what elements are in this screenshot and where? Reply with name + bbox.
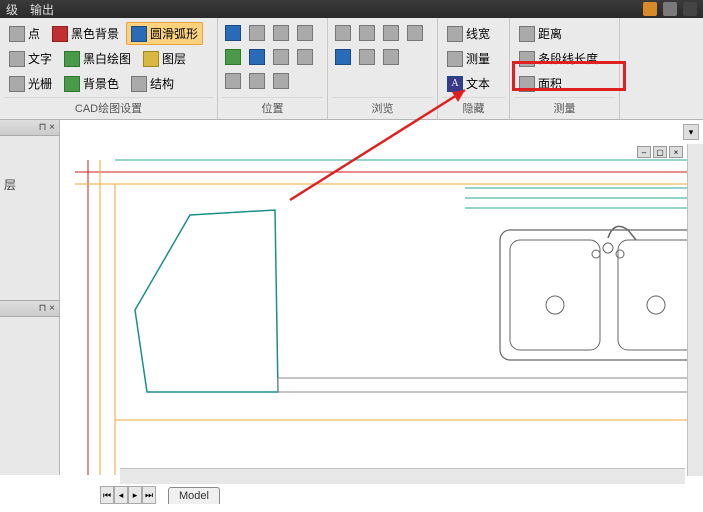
point-icon <box>9 26 25 42</box>
text-hide-icon: A <box>447 76 463 92</box>
pos-ico-6 <box>249 73 265 89</box>
tab-prev-button[interactable]: ◂ <box>114 486 128 504</box>
pin-icon-2[interactable]: ⊓ × <box>39 303 55 314</box>
polyline-length-button[interactable]: 多段线长度 <box>514 47 603 70</box>
canvas-options-dropdown[interactable]: ▾ <box>683 124 699 140</box>
layer-button[interactable]: 图层 <box>138 47 191 70</box>
pos-ico-4 <box>297 49 313 65</box>
zoom-window-button[interactable] <box>246 22 268 44</box>
pos-btn-4[interactable] <box>294 46 316 68</box>
browse-btn-4[interactable] <box>404 22 426 44</box>
pos-btn-6[interactable] <box>246 70 268 92</box>
area-button[interactable]: 面积 <box>514 72 567 95</box>
bw-draw-button[interactable]: 黑白绘图 <box>59 47 136 70</box>
browse-ico-4 <box>407 25 423 41</box>
bw-draw-icon <box>64 51 80 67</box>
browse-btn-6[interactable] <box>356 46 378 68</box>
tab-last-button[interactable]: ⏭ <box>142 486 156 504</box>
browse-btn-7[interactable] <box>380 46 402 68</box>
browse-ico-5 <box>335 49 351 65</box>
zoom-in-button[interactable] <box>270 22 292 44</box>
text-hide-button[interactable]: A文本 <box>442 72 495 95</box>
pos-btn-2[interactable] <box>246 46 268 68</box>
app-icon1[interactable] <box>643 2 657 16</box>
text-button[interactable]: 文字 <box>4 47 57 70</box>
doc-close-button[interactable]: × <box>669 146 683 158</box>
measure-tool-icon <box>447 51 463 67</box>
raster-button[interactable]: 光栅 <box>4 72 57 95</box>
black-bg-icon <box>52 26 68 42</box>
black-bg-button[interactable]: 黑色背景 <box>47 22 124 45</box>
menu-level[interactable]: 级 <box>6 1 18 18</box>
panel-label-browse: 浏览 <box>332 97 433 119</box>
area-icon <box>519 76 535 92</box>
browse-btn-3[interactable] <box>380 22 402 44</box>
zoom-out-button[interactable] <box>294 22 316 44</box>
fit-icon <box>225 25 241 41</box>
bg-color-button[interactable]: 背景色 <box>59 72 124 95</box>
panel-label-hide: 隐藏 <box>442 97 505 119</box>
structure-button[interactable]: 结构 <box>126 72 179 95</box>
model-tabs: ⏮ ◂ ▸ ⏭ Model <box>100 484 220 504</box>
point-button[interactable]: 点 <box>4 22 45 45</box>
smooth-arc-icon <box>131 26 147 42</box>
pos-ico-2 <box>249 49 265 65</box>
pos-btn-7[interactable] <box>270 70 292 92</box>
browse-ico-2 <box>359 25 375 41</box>
panel-label-cad: CAD绘图设置 <box>4 97 213 119</box>
pos-btn-5[interactable] <box>222 70 244 92</box>
doc-min-button[interactable]: – <box>637 146 651 158</box>
doc-max-button[interactable]: ▢ <box>653 146 667 158</box>
distance-button[interactable]: 距离 <box>514 22 567 45</box>
browse-ico-7 <box>383 49 399 65</box>
layer-icon <box>143 51 159 67</box>
sidebar-item-layer[interactable]: 层 <box>0 136 59 233</box>
pos-ico-5 <box>225 73 241 89</box>
pos-ico-7 <box>273 73 289 89</box>
line-width-icon <box>447 26 463 42</box>
menu-output[interactable]: 输出 <box>30 1 54 18</box>
zoom-out-icon <box>297 25 313 41</box>
structure-icon <box>131 76 147 92</box>
zoom-window-icon <box>249 25 265 41</box>
line-width-button[interactable]: 线宽 <box>442 22 495 45</box>
pos-btn-3[interactable] <box>270 46 292 68</box>
tab-model[interactable]: Model <box>168 487 220 504</box>
app-icon2[interactable] <box>663 2 677 16</box>
browse-ico-3 <box>383 25 399 41</box>
pos-ico-1 <box>225 49 241 65</box>
tab-next-button[interactable]: ▸ <box>128 486 142 504</box>
browse-btn-5[interactable] <box>332 46 354 68</box>
horizontal-scrollbar[interactable] <box>120 468 685 484</box>
vertical-scrollbar[interactable] <box>687 144 703 476</box>
pos-ico-3 <box>273 49 289 65</box>
ribbon: 点 黑色背景 圆滑弧形 文字 黑白绘图 图层 光栅 背景色 结构 CAD绘图设置 <box>0 18 703 120</box>
drawing-canvas[interactable] <box>60 120 703 475</box>
panel-label-measure: 测量 <box>514 97 615 119</box>
text-icon <box>9 51 25 67</box>
smooth-arc-button[interactable]: 圆滑弧形 <box>126 22 203 45</box>
polyline-length-icon <box>519 51 535 67</box>
browse-ico-1 <box>335 25 351 41</box>
zoom-in-icon <box>273 25 289 41</box>
fit-button[interactable] <box>222 22 244 44</box>
pos-btn-1[interactable] <box>222 46 244 68</box>
titlebar: 级 输出 <box>0 0 703 18</box>
pin-icon-1[interactable]: ⊓ × <box>39 122 55 133</box>
browse-btn-1[interactable] <box>332 22 354 44</box>
measure-tool-button[interactable]: 测量 <box>442 47 495 70</box>
browse-btn-2[interactable] <box>356 22 378 44</box>
browse-ico-6 <box>359 49 375 65</box>
doc-window-controls: – ▢ × <box>637 146 683 158</box>
tab-first-button[interactable]: ⏮ <box>100 486 114 504</box>
app-icon3[interactable] <box>683 2 697 16</box>
panel-label-position: 位置 <box>222 97 323 119</box>
distance-icon <box>519 26 535 42</box>
bg-color-icon <box>64 76 80 92</box>
raster-icon <box>9 76 25 92</box>
